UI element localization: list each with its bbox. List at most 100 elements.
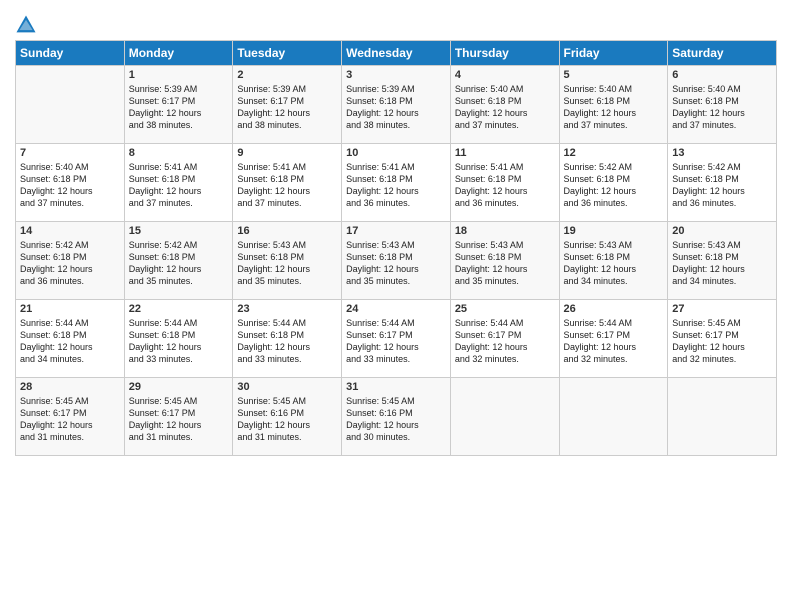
day-info: Sunrise: 5:45 AMSunset: 6:16 PMDaylight:… [346,395,446,444]
day-number: 25 [455,303,555,315]
calendar-table: SundayMondayTuesdayWednesdayThursdayFrid… [15,40,777,456]
day-info: Sunrise: 5:44 AMSunset: 6:18 PMDaylight:… [237,317,337,366]
day-info: Sunrise: 5:45 AMSunset: 6:16 PMDaylight:… [237,395,337,444]
day-info: Sunrise: 5:43 AMSunset: 6:18 PMDaylight:… [564,239,664,288]
calendar-cell [668,378,777,456]
calendar-cell: 19 Sunrise: 5:43 AMSunset: 6:18 PMDayligh… [559,222,668,300]
day-number: 5 [564,69,664,81]
calendar-cell: 22 Sunrise: 5:44 AMSunset: 6:18 PMDayligh… [124,300,233,378]
calendar-cell: 26Sunrise: 5:44 AMSunset: 6:17 PMDayligh… [559,300,668,378]
day-info: Sunrise: 5:39 AMSunset: 6:17 PMDaylight:… [129,83,229,132]
day-info: Sunrise: 5:40 AMSunset: 6:18 PMDaylight:… [564,83,664,132]
day-info: Sunrise: 5:44 AMSunset: 6:18 PMDaylight:… [129,317,229,366]
day-info: Sunrise: 5:42 AMSunset: 6:18 PMDaylight:… [20,239,120,288]
day-number: 13 [672,147,772,159]
day-info: Sunrise: 5:40 AMSunset: 6:18 PMDaylight:… [672,83,772,132]
day-number: 12 [564,147,664,159]
calendar-cell: 31 Sunrise: 5:45 AMSunset: 6:16 PMDayligh… [342,378,451,456]
calendar-cell: 6 Sunrise: 5:40 AMSunset: 6:18 PMDaylight… [668,66,777,144]
calendar-cell: 27 Sunrise: 5:45 AMSunset: 6:17 PMDayligh… [668,300,777,378]
day-info: Sunrise: 5:39 AMSunset: 6:18 PMDaylight:… [346,83,446,132]
day-number: 22 [129,303,229,315]
weekday-header: Tuesday [233,41,342,66]
weekday-header: Thursday [450,41,559,66]
calendar-cell: 9 Sunrise: 5:41 AMSunset: 6:18 PMDaylight… [233,144,342,222]
day-number: 26 [564,303,664,315]
calendar-cell: 11Sunrise: 5:41 AMSunset: 6:18 PMDayligh… [450,144,559,222]
weekday-header: Sunday [16,41,125,66]
calendar-cell: 3Sunrise: 5:39 AMSunset: 6:18 PMDaylight… [342,66,451,144]
day-info: Sunrise: 5:42 AMSunset: 6:18 PMDaylight:… [672,161,772,210]
day-info: Sunrise: 5:44 AMSunset: 6:18 PMDaylight:… [20,317,120,366]
day-number: 24 [346,303,446,315]
calendar-cell: 30Sunrise: 5:45 AMSunset: 6:16 PMDayligh… [233,378,342,456]
page-container: SundayMondayTuesdayWednesdayThursdayFrid… [0,0,792,466]
day-number: 18 [455,225,555,237]
calendar-week-row: 7 Sunrise: 5:40 AMSunset: 6:18 PMDaylight… [16,144,777,222]
calendar-cell: 18 Sunrise: 5:43 AMSunset: 6:18 PMDayligh… [450,222,559,300]
day-info: Sunrise: 5:41 AMSunset: 6:18 PMDaylight:… [455,161,555,210]
day-number: 23 [237,303,337,315]
logo-icon [15,14,37,36]
logo [15,14,39,36]
calendar-week-row: 21 Sunrise: 5:44 AMSunset: 6:18 PMDayligh… [16,300,777,378]
calendar-cell [559,378,668,456]
day-number: 27 [672,303,772,315]
day-info: Sunrise: 5:41 AMSunset: 6:18 PMDaylight:… [346,161,446,210]
calendar-cell: 12 Sunrise: 5:42 AMSunset: 6:18 PMDayligh… [559,144,668,222]
calendar-cell: 13 Sunrise: 5:42 AMSunset: 6:18 PMDayligh… [668,144,777,222]
day-number: 20 [672,225,772,237]
calendar-cell: 10 Sunrise: 5:41 AMSunset: 6:18 PMDayligh… [342,144,451,222]
day-info: Sunrise: 5:44 AMSunset: 6:17 PMDaylight:… [455,317,555,366]
calendar-cell: 17Sunrise: 5:43 AMSunset: 6:18 PMDayligh… [342,222,451,300]
day-number: 14 [20,225,120,237]
day-info: Sunrise: 5:43 AMSunset: 6:18 PMDaylight:… [237,239,337,288]
day-number: 29 [129,381,229,393]
calendar-header-row: SundayMondayTuesdayWednesdayThursdayFrid… [16,41,777,66]
weekday-header: Friday [559,41,668,66]
calendar-cell: 7 Sunrise: 5:40 AMSunset: 6:18 PMDaylight… [16,144,125,222]
calendar-cell: 29 Sunrise: 5:45 AMSunset: 6:17 PMDayligh… [124,378,233,456]
day-info: Sunrise: 5:41 AMSunset: 6:18 PMDaylight:… [129,161,229,210]
calendar-cell: 4Sunrise: 5:40 AMSunset: 6:18 PMDaylight… [450,66,559,144]
day-number: 19 [564,225,664,237]
day-info: Sunrise: 5:40 AMSunset: 6:18 PMDaylight:… [20,161,120,210]
day-number: 6 [672,69,772,81]
day-number: 31 [346,381,446,393]
day-info: Sunrise: 5:45 AMSunset: 6:17 PMDaylight:… [20,395,120,444]
day-number: 7 [20,147,120,159]
day-number: 2 [237,69,337,81]
day-info: Sunrise: 5:45 AMSunset: 6:17 PMDaylight:… [129,395,229,444]
weekday-header: Saturday [668,41,777,66]
calendar-cell: 1 Sunrise: 5:39 AMSunset: 6:17 PMDaylight… [124,66,233,144]
day-number: 8 [129,147,229,159]
weekday-header: Monday [124,41,233,66]
calendar-cell: 8 Sunrise: 5:41 AMSunset: 6:18 PMDaylight… [124,144,233,222]
header [15,10,777,36]
day-info: Sunrise: 5:42 AMSunset: 6:18 PMDaylight:… [129,239,229,288]
calendar-cell: 5 Sunrise: 5:40 AMSunset: 6:18 PMDaylight… [559,66,668,144]
day-number: 10 [346,147,446,159]
calendar-week-row: 1 Sunrise: 5:39 AMSunset: 6:17 PMDaylight… [16,66,777,144]
day-number: 9 [237,147,337,159]
calendar-cell: 25 Sunrise: 5:44 AMSunset: 6:17 PMDayligh… [450,300,559,378]
day-number: 1 [129,69,229,81]
calendar-cell: 24Sunrise: 5:44 AMSunset: 6:17 PMDayligh… [342,300,451,378]
calendar-cell: 23 Sunrise: 5:44 AMSunset: 6:18 PMDayligh… [233,300,342,378]
day-number: 17 [346,225,446,237]
day-info: Sunrise: 5:43 AMSunset: 6:18 PMDaylight:… [455,239,555,288]
calendar-week-row: 14 Sunrise: 5:42 AMSunset: 6:18 PMDayligh… [16,222,777,300]
calendar-cell: 16 Sunrise: 5:43 AMSunset: 6:18 PMDayligh… [233,222,342,300]
day-number: 15 [129,225,229,237]
day-info: Sunrise: 5:42 AMSunset: 6:18 PMDaylight:… [564,161,664,210]
calendar-cell: 28Sunrise: 5:45 AMSunset: 6:17 PMDayligh… [16,378,125,456]
calendar-cell [16,66,125,144]
day-info: Sunrise: 5:39 AMSunset: 6:17 PMDaylight:… [237,83,337,132]
day-number: 21 [20,303,120,315]
day-number: 16 [237,225,337,237]
day-number: 4 [455,69,555,81]
day-info: Sunrise: 5:45 AMSunset: 6:17 PMDaylight:… [672,317,772,366]
day-info: Sunrise: 5:41 AMSunset: 6:18 PMDaylight:… [237,161,337,210]
day-info: Sunrise: 5:43 AMSunset: 6:18 PMDaylight:… [672,239,772,288]
calendar-cell [450,378,559,456]
